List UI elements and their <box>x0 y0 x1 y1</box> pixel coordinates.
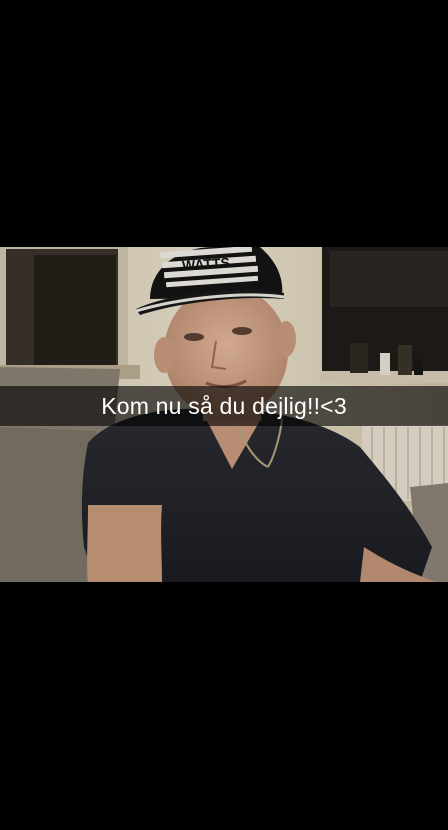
snap-caption-bar: Kom nu så du dejlig!!<3 <box>0 386 448 426</box>
snap-caption-text: Kom nu så du dejlig!!<3 <box>101 392 347 419</box>
snap-viewer[interactable]: WATTS Kom nu så du dejlig!!<3 <box>0 0 448 830</box>
